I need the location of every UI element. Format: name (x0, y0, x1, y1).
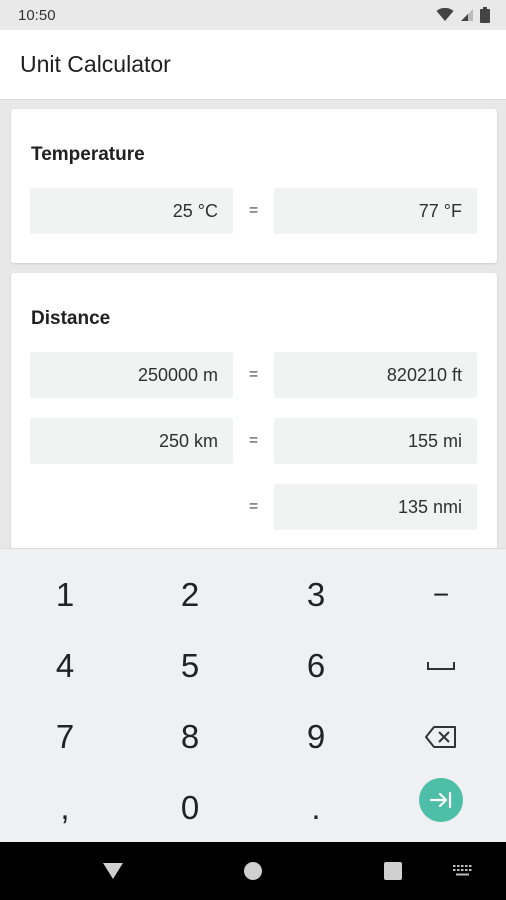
temperature-card: Temperature 25 °C = 77 °F (11, 109, 497, 263)
key-7[interactable]: 7 (2, 701, 128, 772)
space-icon (427, 661, 455, 670)
next-field-button[interactable] (419, 777, 463, 822)
equals-sign: = (248, 432, 259, 449)
key-2[interactable]: 2 (127, 559, 253, 630)
key-next[interactable] (378, 764, 504, 835)
key-0[interactable]: 0 (127, 772, 253, 843)
miles-field[interactable]: 155 mi (274, 418, 477, 464)
keyboard-switch-icon (453, 865, 472, 876)
equals-sign: = (248, 366, 259, 383)
equals-sign: = (248, 498, 259, 515)
app-bar: Unit Calculator (0, 30, 506, 100)
key-4[interactable]: 4 (2, 630, 128, 701)
nav-home-button[interactable] (223, 842, 283, 900)
key-6[interactable]: 6 (253, 630, 379, 701)
battery-icon (480, 7, 490, 23)
key-space[interactable] (378, 630, 504, 701)
nav-back-button[interactable] (83, 842, 143, 900)
nautical-miles-field[interactable]: 135 nmi (274, 484, 477, 530)
card-title-distance: Distance (31, 308, 111, 329)
key-comma[interactable]: , (2, 772, 128, 843)
signal-icon (461, 9, 473, 21)
status-bar: 10:50 (0, 0, 506, 30)
nav-recents-button[interactable] (363, 842, 423, 900)
key-9[interactable]: 9 (253, 701, 379, 772)
conversion-row: 250 km = 155 mi (30, 418, 478, 464)
converter-list[interactable]: Temperature 25 °C = 77 °F Distance 25000… (0, 100, 506, 548)
app-title: Unit Calculator (20, 51, 171, 77)
card-title-temperature: Temperature (31, 144, 145, 165)
conversion-row: 25 °C = 77 °F (30, 188, 478, 234)
conversion-row: 250000 m = 820210 ft (30, 352, 478, 398)
back-icon (103, 863, 123, 879)
backspace-icon (425, 725, 456, 748)
navigation-bar (0, 842, 506, 900)
key-dot[interactable]: . (253, 772, 379, 843)
nav-keyboard-switch-button[interactable] (433, 842, 493, 900)
fahrenheit-field[interactable]: 77 °F (274, 188, 477, 234)
feet-field[interactable]: 820210 ft (274, 352, 477, 398)
key-backspace[interactable] (378, 701, 504, 772)
key-minus[interactable]: − (378, 559, 504, 630)
recents-icon (384, 862, 402, 880)
numeric-keypad: 1 2 3 − 4 5 6 7 8 9 , 0 . (0, 548, 506, 842)
home-icon (244, 862, 262, 880)
equals-sign: = (248, 202, 259, 219)
celsius-field[interactable]: 25 °C (30, 188, 233, 234)
key-1[interactable]: 1 (2, 559, 128, 630)
status-time: 10:50 (18, 6, 56, 24)
status-icons (436, 7, 490, 23)
key-3[interactable]: 3 (253, 559, 379, 630)
key-5[interactable]: 5 (127, 630, 253, 701)
kilometers-field[interactable]: 250 km (30, 418, 233, 464)
next-field-icon (429, 791, 452, 808)
key-8[interactable]: 8 (127, 701, 253, 772)
meters-field[interactable]: 250000 m (30, 352, 233, 398)
conversion-row: = 135 nmi (30, 484, 478, 530)
wifi-icon (436, 8, 454, 21)
distance-card: Distance 250000 m = 820210 ft 250 km = 1… (11, 273, 497, 548)
